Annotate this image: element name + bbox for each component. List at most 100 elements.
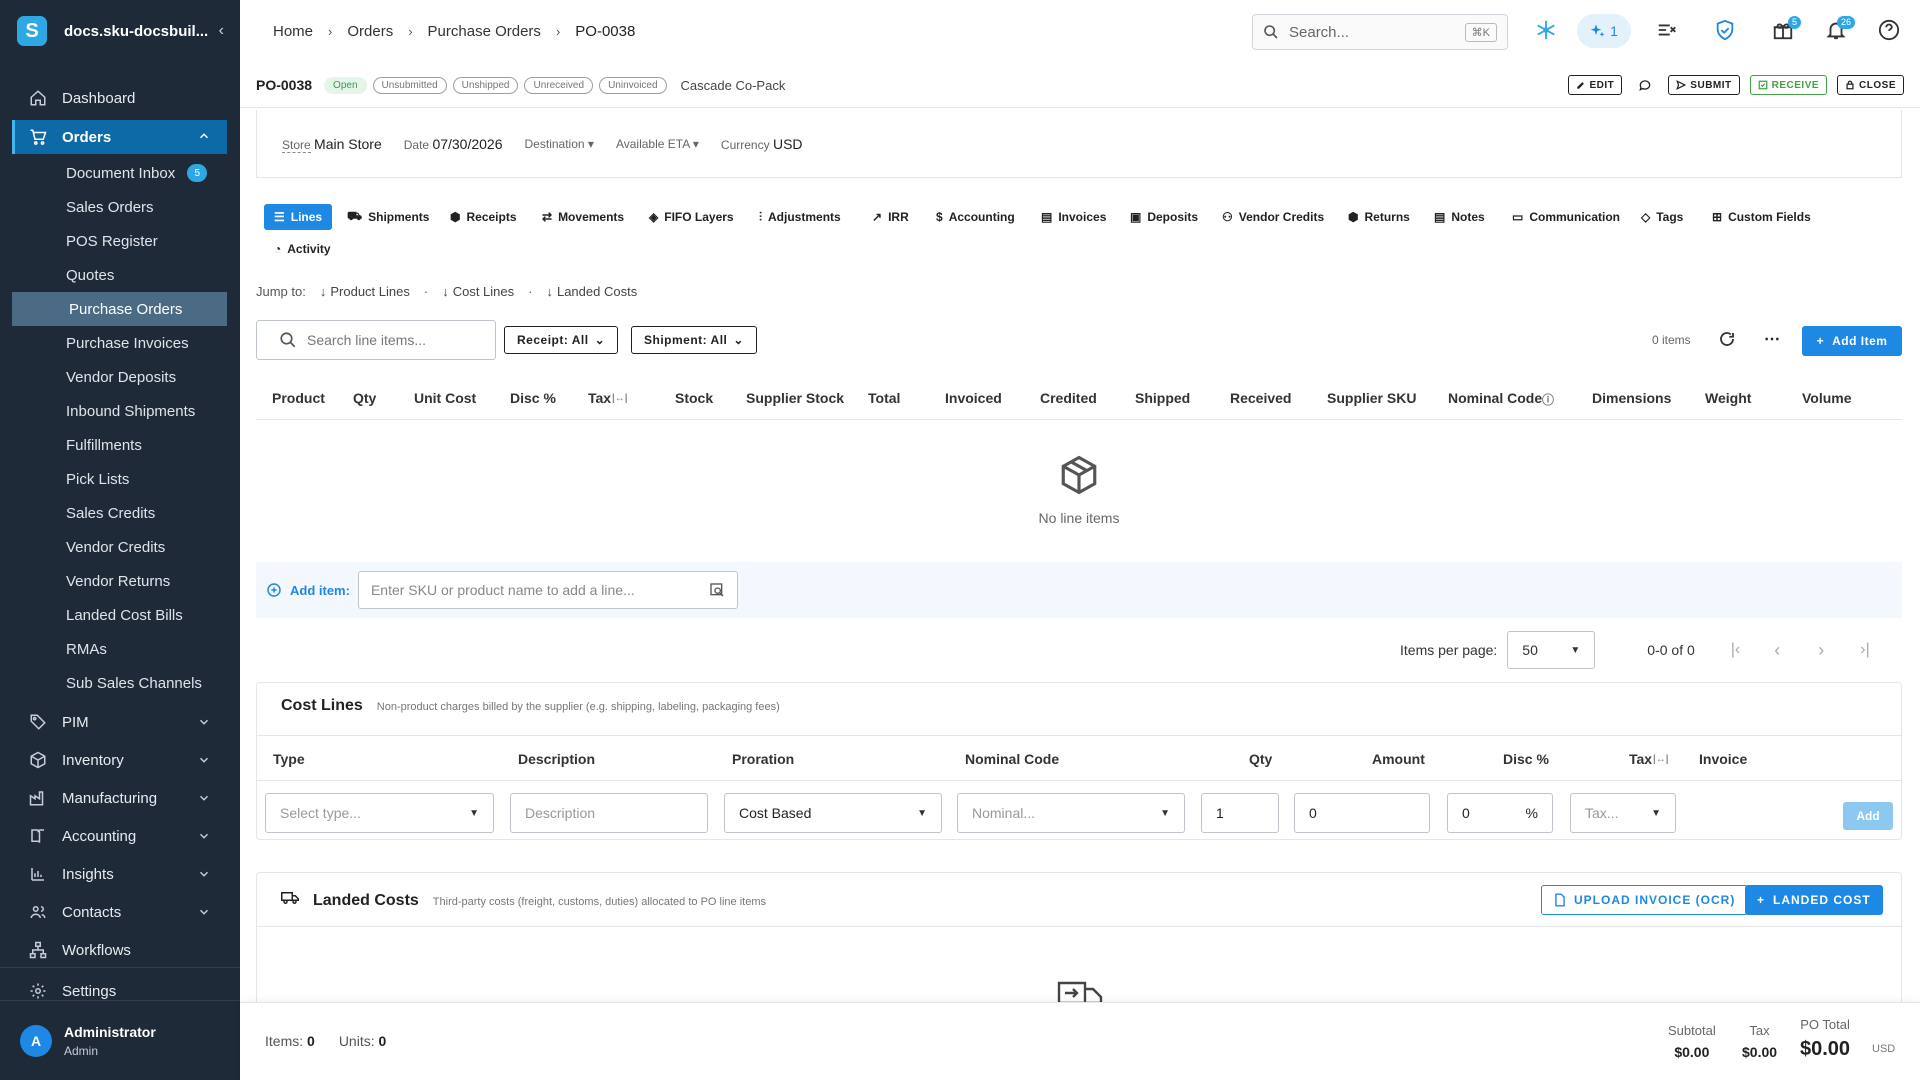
sub-purchase-orders[interactable]: Purchase Orders	[12, 292, 227, 326]
tab-vendor-credits[interactable]: ⚇ Vendor Credits	[1212, 204, 1334, 230]
breadcrumb-home[interactable]: Home	[273, 23, 313, 40]
tab-custom-fields[interactable]: ⊞ Custom Fields	[1702, 204, 1821, 230]
collapse-sidebar-icon[interactable]: ‹	[219, 22, 224, 40]
nav-dashboard[interactable]: Dashboard	[12, 82, 227, 114]
tab-lines[interactable]: ☰ Lines	[264, 204, 333, 230]
currency-field[interactable]: Currency USD	[721, 136, 803, 152]
jump-cost-lines[interactable]: ↓ Cost Lines	[442, 284, 514, 299]
add-cost-line-button[interactable]: Add	[1843, 802, 1893, 830]
add-item-button[interactable]: + Add Item	[1802, 326, 1902, 356]
next-page-icon[interactable]: ›	[1818, 640, 1824, 661]
close-po-button[interactable]: CLOSE	[1837, 75, 1904, 95]
sub-quotes[interactable]: Quotes	[12, 258, 227, 292]
tab-deposits[interactable]: ▣ Deposits	[1120, 204, 1208, 230]
nav-accounting[interactable]: Accounting	[12, 820, 227, 852]
more-icon[interactable]: ⋯	[1764, 329, 1780, 349]
tab-communication[interactable]: ▭ Communication	[1502, 204, 1630, 230]
col-invoiced[interactable]: Invoiced	[945, 390, 1002, 406]
sub-sales-orders[interactable]: Sales Orders	[12, 190, 227, 224]
app-logo[interactable]: S	[17, 16, 47, 46]
breadcrumb-orders[interactable]: Orders	[347, 23, 393, 40]
comment-icon[interactable]	[1638, 78, 1652, 92]
col-supplier-stock[interactable]: Supplier Stock	[746, 390, 844, 406]
col-tax[interactable]: Tax	[588, 390, 611, 406]
breadcrumb-purchase-orders[interactable]: Purchase Orders	[428, 23, 541, 40]
receipt-filter[interactable]: Receipt: All ⌄	[504, 326, 619, 354]
col-credited[interactable]: Credited	[1040, 390, 1097, 406]
description-input[interactable]: Description	[510, 793, 708, 833]
eta-field[interactable]: Available ETA ▾	[616, 137, 699, 151]
nav-contacts[interactable]: Contacts	[12, 896, 227, 928]
jump-product-lines[interactable]: ↓ Product Lines	[320, 284, 410, 299]
search-catalog-icon[interactable]	[709, 582, 725, 598]
submit-button[interactable]: SUBMIT	[1668, 75, 1740, 95]
add-landed-cost-button[interactable]: + LANDED COST	[1745, 885, 1883, 915]
nav-orders[interactable]: Orders	[12, 120, 227, 154]
col-disc[interactable]: Disc %	[510, 390, 556, 406]
edit-button[interactable]: EDIT	[1567, 75, 1623, 95]
col-unit-cost[interactable]: Unit Cost	[414, 390, 476, 406]
discount-input[interactable]: 0%	[1447, 793, 1553, 833]
sub-vendor-credits[interactable]: Vendor Credits	[12, 530, 227, 564]
sub-sub-sales-channels[interactable]: Sub Sales Channels	[12, 666, 227, 700]
nominal-select[interactable]: Nominal... ▼	[957, 793, 1185, 833]
col-volume[interactable]: Volume	[1802, 390, 1852, 406]
compare-icon[interactable]	[1656, 19, 1678, 41]
col-qty[interactable]: Qty	[353, 390, 376, 406]
help-icon[interactable]	[1878, 19, 1900, 41]
quick-add-input[interactable]: Enter SKU or product name to add a line.…	[357, 571, 738, 609]
tab-irr[interactable]: ↗ IRR	[862, 204, 919, 230]
jump-landed-costs[interactable]: ↓ Landed Costs	[546, 284, 637, 299]
tab-adjustments[interactable]: ⫶ Adjustments	[749, 204, 851, 230]
col-nominal-code[interactable]: Nominal Code	[1448, 390, 1542, 406]
vendor-name[interactable]: Cascade Co-Pack	[681, 78, 786, 93]
shipment-filter[interactable]: Shipment: All ⌄	[631, 326, 757, 354]
sub-inbound-shipments[interactable]: Inbound Shipments	[12, 394, 227, 428]
date-field[interactable]: Date 07/30/2026	[404, 136, 503, 152]
nav-inventory[interactable]: Inventory	[12, 744, 227, 776]
tab-activity[interactable]: ◔ Activity	[264, 236, 341, 262]
org-name[interactable]: docs.sku-docsbuil...	[64, 23, 219, 40]
resize-icon[interactable]: |↔|	[612, 393, 628, 404]
col-product[interactable]: Product	[272, 390, 325, 406]
col-total[interactable]: Total	[868, 390, 900, 406]
sub-vendor-returns[interactable]: Vendor Returns	[12, 564, 227, 598]
global-search[interactable]: Search... ⌘K	[1252, 14, 1508, 50]
tab-shipments[interactable]: ⛟ Shipments	[337, 204, 439, 230]
sub-landed-cost-bills[interactable]: Landed Cost Bills	[12, 598, 227, 632]
sub-pos-register[interactable]: POS Register	[12, 224, 227, 258]
upload-invoice-button[interactable]: UPLOAD INVOICE (OCR)	[1541, 885, 1749, 915]
sub-document-inbox[interactable]: Document Inbox 5	[12, 156, 227, 190]
sub-vendor-deposits[interactable]: Vendor Deposits	[12, 360, 227, 394]
store-field[interactable]: Store Main Store	[282, 136, 382, 153]
info-icon[interactable]: ⓘ	[1542, 391, 1554, 408]
nav-manufacturing[interactable]: Manufacturing	[12, 782, 227, 814]
plus-circle-icon[interactable]	[266, 582, 282, 598]
nav-workflows[interactable]: Workflows	[12, 934, 227, 966]
type-select[interactable]: Select type... ▼	[265, 793, 494, 833]
per-page-select[interactable]: 50 ▼	[1507, 631, 1596, 669]
tab-fifo-layers[interactable]: ◈ FIFO Layers	[639, 204, 744, 230]
tab-movements[interactable]: ⇄ Movements	[532, 204, 634, 230]
snowflake-icon[interactable]	[1535, 19, 1557, 41]
tab-returns[interactable]: ⬢ Returns	[1338, 204, 1420, 230]
col-supplier-sku[interactable]: Supplier SKU	[1327, 390, 1416, 406]
line-items-search[interactable]: Search line items...	[256, 320, 496, 360]
tab-tags[interactable]: ◇ Tags	[1631, 204, 1693, 230]
prev-page-icon[interactable]: ‹	[1774, 640, 1780, 661]
user-profile[interactable]: A Administrator Admin	[0, 1000, 240, 1080]
refresh-icon[interactable]	[1718, 330, 1736, 348]
sub-pick-lists[interactable]: Pick Lists	[12, 462, 227, 496]
sub-purchase-invoices[interactable]: Purchase Invoices	[12, 326, 227, 360]
tab-invoices[interactable]: ▤ Invoices	[1031, 204, 1116, 230]
amount-input[interactable]: 0	[1294, 793, 1430, 833]
sub-sales-credits[interactable]: Sales Credits	[12, 496, 227, 530]
first-page-icon[interactable]: |‹	[1731, 641, 1740, 659]
proration-select[interactable]: Cost Based ▼	[724, 793, 942, 833]
last-page-icon[interactable]: ›|	[1860, 641, 1869, 659]
ai-assistant-button[interactable]: 1	[1577, 14, 1631, 48]
tax-select[interactable]: Tax... ▼	[1570, 793, 1676, 833]
sub-rmas[interactable]: RMAs	[12, 632, 227, 666]
col-received[interactable]: Received	[1230, 390, 1291, 406]
sub-fulfillments[interactable]: Fulfillments	[12, 428, 227, 462]
